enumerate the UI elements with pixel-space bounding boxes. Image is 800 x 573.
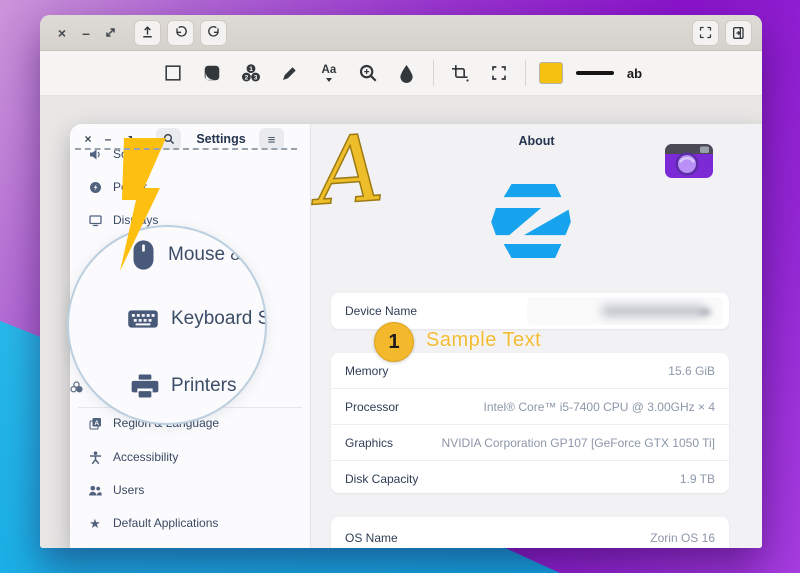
camera-sticker-annotation[interactable] <box>664 136 714 180</box>
pencil-tool-icon[interactable] <box>277 60 303 86</box>
svg-text:3: 3 <box>254 74 258 81</box>
star-icon: ★ <box>88 516 102 530</box>
system-info-card: Memory 15.6 GiB Processor Intel® Core™ i… <box>331 353 729 493</box>
color-swatch[interactable] <box>539 60 563 86</box>
text-style-control[interactable]: ab <box>627 60 642 86</box>
info-row-os-name: OS Name Zorin OS 16 <box>331 517 729 548</box>
zorin-logo <box>491 184 571 258</box>
undo-button[interactable] <box>167 20 194 46</box>
chevron-down-icon <box>326 78 332 82</box>
crop-tool-icon[interactable] <box>447 60 473 86</box>
redo-button[interactable] <box>200 20 227 46</box>
sidebar-item-accessibility[interactable]: Accessibility <box>88 447 304 467</box>
dashed-line-annotation[interactable] <box>75 148 297 150</box>
blurred-value <box>601 306 705 316</box>
counter-tool-icon[interactable]: 1 2 3 <box>238 60 264 86</box>
magnified-label: Mouse & To <box>168 244 267 266</box>
script-letter-annotation[interactable]: A <box>305 119 390 224</box>
close-icon[interactable]: × <box>50 21 74 45</box>
screenshot-editor-window: × – <box>40 15 762 548</box>
magnified-label: Printers <box>171 375 236 397</box>
info-row-disk-capacity: Disk Capacity 1.9 TB <box>331 461 729 493</box>
editor-toolbar: 1 2 3 Aa <box>40 51 762 96</box>
text-style-label: ab <box>627 66 642 81</box>
device-name-label: Device Name <box>345 304 417 318</box>
accessibility-icon <box>88 450 102 464</box>
lightning-bolt-annotation[interactable] <box>110 138 170 273</box>
language-icon: A <box>88 416 102 430</box>
os-info-card: OS Name Zorin OS 16 <box>331 517 729 548</box>
power-icon <box>88 180 102 194</box>
sidebar-item-label: Users <box>113 483 144 497</box>
svg-text:A: A <box>94 420 99 427</box>
color-wheel-icon <box>70 380 83 398</box>
export-button[interactable] <box>725 20 752 46</box>
sidebar-item-label: Accessibility <box>113 450 178 464</box>
magnified-label: Keyboard Sho <box>171 308 267 330</box>
keyboard-icon <box>127 307 159 331</box>
stroke-width-control[interactable] <box>576 60 614 86</box>
editor-canvas[interactable]: × – Settings ≡ <box>40 96 762 548</box>
upload-button[interactable] <box>134 20 161 46</box>
text-tool-icon[interactable]: Aa <box>316 60 342 86</box>
resize-icon[interactable] <box>98 21 122 45</box>
rectangle-tool-icon[interactable] <box>160 60 186 86</box>
sidebar-item-default-applications[interactable]: ★ Default Applications <box>88 513 304 533</box>
svg-text:A: A <box>305 119 387 224</box>
magnified-item-printers: Printers <box>131 373 236 399</box>
magnified-item-keyboard-shortcuts: Keyboard Sho <box>127 307 267 331</box>
select-area-tool-icon[interactable] <box>486 60 512 86</box>
sidebar-item-label: Default Applications <box>113 516 218 530</box>
filled-shape-tool-icon[interactable] <box>199 60 225 86</box>
window-actions <box>692 20 752 46</box>
blur-annotation[interactable] <box>527 297 723 325</box>
magnifier-tool-icon[interactable] <box>355 60 381 86</box>
text-tool-label: Aa <box>322 65 337 76</box>
blurred-value <box>699 309 711 315</box>
yellow-swatch-icon <box>539 62 563 84</box>
fullscreen-button[interactable] <box>692 20 719 46</box>
minimize-icon[interactable]: – <box>74 21 98 45</box>
toolbar-separator <box>525 60 526 86</box>
info-row-graphics: Graphics NVIDIA Corporation GP107 [GeFor… <box>331 425 729 461</box>
info-row-processor: Processor Intel® Core™ i5-7400 CPU @ 3.0… <box>331 389 729 425</box>
stroke-line-icon <box>576 71 614 75</box>
blur-drop-tool-icon[interactable] <box>394 60 420 86</box>
editor-headerbar: × – <box>40 15 762 51</box>
sample-text-annotation[interactable]: Sample Text <box>426 329 541 352</box>
display-icon <box>88 213 102 227</box>
history-actions <box>134 20 227 46</box>
printer-icon <box>131 373 159 399</box>
toolbar-separator <box>433 60 434 86</box>
numbered-marker-annotation[interactable]: 1 <box>374 322 414 362</box>
sidebar-item-users[interactable]: Users <box>88 480 304 500</box>
svg-text:2: 2 <box>244 74 248 81</box>
users-icon <box>88 483 102 497</box>
svg-text:1: 1 <box>249 66 253 73</box>
